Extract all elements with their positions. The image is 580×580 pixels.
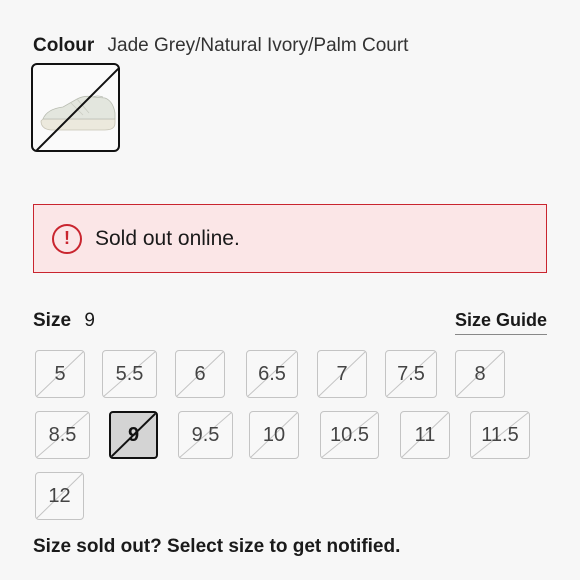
size-option-label: 11	[414, 423, 436, 446]
size-option-label: 7	[336, 362, 348, 385]
size-option-7[interactable]: 7	[317, 350, 367, 398]
size-label: Size	[33, 310, 72, 331]
size-option-label: 9	[127, 423, 140, 446]
size-option-11[interactable]: 11	[400, 411, 450, 459]
colour-label: Colour	[33, 35, 95, 56]
exclamation-circle-icon: !	[52, 223, 82, 254]
size-option-6-5[interactable]: 6.5	[246, 350, 298, 398]
sold-out-alert: ! Sold out online.	[33, 204, 547, 273]
size-sold-out-note: Size sold out? Select size to get notifi…	[33, 536, 401, 557]
size-option-5[interactable]: 5	[35, 350, 85, 398]
selected-size-value: 9	[84, 310, 95, 331]
size-option-label: 7.5	[397, 362, 425, 385]
sneaker-thumbnail-icon	[35, 67, 118, 150]
colour-row: Colour Jade Grey/Natural Ivory/Palm Cour…	[33, 35, 408, 57]
size-option-9[interactable]: 9	[109, 411, 158, 459]
size-option-9-5[interactable]: 9.5	[178, 411, 233, 459]
size-option-10[interactable]: 10	[249, 411, 299, 459]
size-guide-link[interactable]: Size Guide	[454, 310, 547, 335]
size-option-8-5[interactable]: 8.5	[35, 411, 90, 459]
size-option-label: 5.5	[115, 362, 144, 385]
size-option-label: 8.5	[48, 423, 77, 446]
size-option-11-5[interactable]: 11.5	[470, 411, 530, 459]
size-option-7-5[interactable]: 7.5	[385, 350, 437, 398]
size-option-12[interactable]: 12	[35, 472, 84, 520]
size-option-label: 10	[262, 423, 286, 446]
size-option-5-5[interactable]: 5.5	[102, 350, 157, 398]
size-option-8[interactable]: 8	[455, 350, 505, 398]
colour-swatch-jade-grey[interactable]	[31, 63, 120, 152]
alert-message: Sold out online.	[95, 226, 240, 250]
size-option-label: 10.5	[330, 423, 369, 446]
size-option-label: 6	[194, 362, 206, 385]
size-option-label: 5	[54, 362, 66, 385]
size-option-label: 12	[48, 484, 71, 507]
size-option-6[interactable]: 6	[175, 350, 225, 398]
size-option-label: 6.5	[258, 362, 286, 385]
size-option-label: 9.5	[191, 423, 220, 446]
size-option-label: 11.5	[481, 423, 519, 446]
size-option-label: 8	[474, 362, 486, 385]
size-option-10-5[interactable]: 10.5	[320, 411, 379, 459]
size-row: Size 9	[33, 310, 95, 332]
colour-value: Jade Grey/Natural Ivory/Palm Court	[107, 35, 409, 56]
